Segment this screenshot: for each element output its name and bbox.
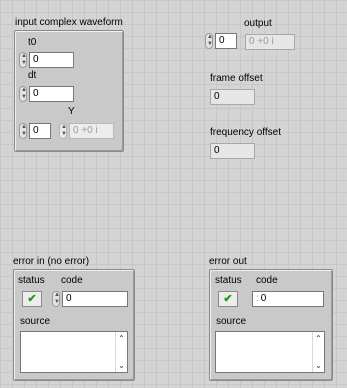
increment-icon[interactable]: ▲ [53, 292, 61, 299]
scroll-up-icon[interactable]: ⌃ [313, 334, 324, 343]
decrement-icon[interactable]: ▼ [20, 60, 28, 67]
y-value-input[interactable]: 0 +0 i [69, 123, 114, 139]
decrement-icon[interactable]: ▼ [206, 41, 214, 48]
dt-control: ▲ ▼ 0 [19, 86, 75, 102]
output-label: output [244, 18, 272, 29]
frame-offset-indicator: 0 [210, 89, 255, 105]
output-index-stepper[interactable]: ▲ ▼ [205, 33, 213, 49]
decrement-icon[interactable]: ▼ [60, 131, 68, 138]
y-value-stepper[interactable]: ▲ ▼ [59, 123, 67, 139]
decrement-icon[interactable]: ▼ [20, 131, 28, 138]
dt-stepper[interactable]: ▲ ▼ [19, 86, 27, 102]
error-in-title: error in (no error) [13, 256, 90, 267]
error-out-source-label: source [216, 316, 247, 327]
y-label: Y [68, 106, 75, 117]
frequency-offset-indicator: 0 [210, 143, 255, 159]
error-in-source-label: source [20, 316, 51, 327]
t0-label: t0 [28, 37, 37, 48]
error-out-code-value: 0 [260, 293, 267, 304]
error-in-source-scrollbar[interactable]: ⌃ ⌄ [115, 332, 127, 372]
decrement-icon[interactable]: ▼ [53, 299, 61, 306]
increment-icon[interactable]: ▲ [20, 124, 28, 131]
input-cluster-title: input complex waveform [15, 17, 123, 28]
output-index-control: ▲ ▼ 0 [205, 33, 237, 49]
frame-offset-label: frame offset [210, 73, 263, 84]
scroll-up-icon[interactable]: ⌃ [116, 334, 127, 343]
t0-input[interactable]: 0 [29, 52, 74, 68]
dt-label: dt [28, 70, 37, 81]
error-in-code-input[interactable]: 0 [62, 291, 128, 307]
scroll-down-icon[interactable]: ⌄ [116, 361, 127, 370]
error-in-code-stepper[interactable]: ▲ ▼ [52, 291, 60, 307]
error-in-status-check-icon[interactable]: ✔ [22, 291, 42, 307]
increment-icon[interactable]: ▲ [206, 34, 214, 41]
error-out-code-label: code [256, 275, 278, 286]
t0-control: ▲ ▼ 0 [19, 52, 75, 68]
error-in-code-label: code [61, 275, 83, 286]
t0-stepper[interactable]: ▲ ▼ [19, 52, 27, 68]
error-out-status-check-icon: ✔ [218, 291, 238, 307]
y-index-input[interactable]: 0 [29, 123, 51, 139]
error-in-status-label: status [18, 275, 45, 286]
error-in-source-field[interactable]: ⌃ ⌄ [20, 331, 128, 373]
increment-icon[interactable]: ▲ [20, 87, 28, 94]
y-value-control: ▲ ▼ 0 +0 i [59, 123, 115, 139]
error-out-title: error out [209, 256, 247, 267]
increment-icon[interactable]: ▲ [20, 53, 28, 60]
scroll-down-icon[interactable]: ⌄ [313, 361, 324, 370]
increment-icon[interactable]: ▲ [60, 124, 68, 131]
frequency-offset-label: frequency offset [210, 127, 281, 138]
y-index-stepper[interactable]: ▲ ▼ [19, 123, 27, 139]
dt-input[interactable]: 0 [29, 86, 74, 102]
decrement-icon[interactable]: ▼ [20, 94, 28, 101]
error-out-source-field: ⌃ ⌄ [215, 331, 325, 373]
error-out-status-label: status [215, 275, 242, 286]
error-out-source-scrollbar[interactable]: ⌃ ⌄ [312, 332, 324, 372]
error-in-code-control: ▲ ▼ 0 [52, 291, 128, 307]
output-index-input[interactable]: 0 [215, 33, 237, 49]
y-index-control: ▲ ▼ 0 [19, 123, 51, 139]
error-out-code-indicator: :0 [252, 291, 324, 307]
output-value-indicator: 0 +0 i [245, 34, 295, 50]
